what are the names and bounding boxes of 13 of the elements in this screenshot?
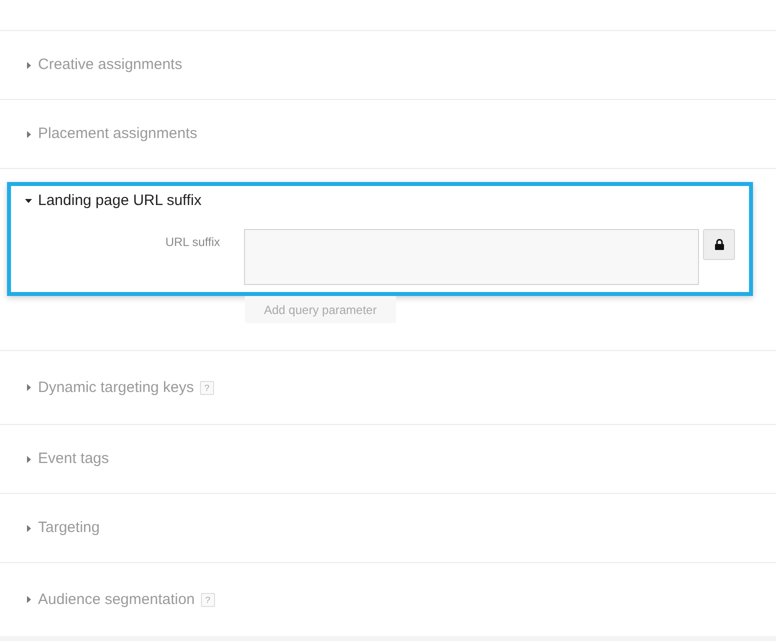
section-title[interactable]: Event tags xyxy=(38,450,109,468)
section-title[interactable]: Targeting xyxy=(38,519,100,537)
url-suffix-field[interactable] xyxy=(244,229,699,285)
section-title[interactable]: Creative assignments xyxy=(38,56,182,74)
section-title[interactable]: Landing page URL suffix xyxy=(38,192,202,210)
section-title[interactable]: Dynamic targeting keys xyxy=(38,378,194,396)
lock-button[interactable] xyxy=(703,229,735,260)
help-button[interactable]: ? xyxy=(200,380,214,394)
help-button[interactable]: ? xyxy=(200,592,215,606)
section-title[interactable]: Audience segmentation xyxy=(38,590,195,608)
field-label: URL suffix xyxy=(164,234,220,249)
section-title[interactable]: Placement assignments xyxy=(38,125,198,143)
lock-icon xyxy=(714,239,724,250)
